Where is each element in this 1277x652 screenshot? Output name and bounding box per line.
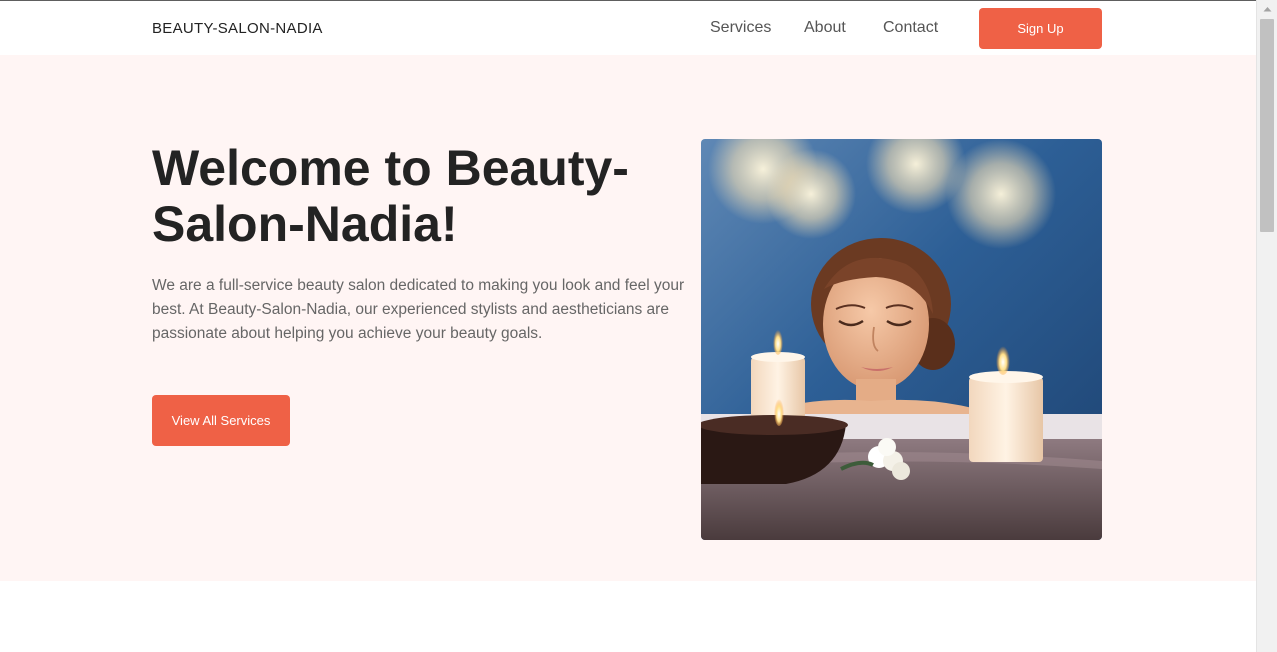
hero-title: Welcome to Beauty-Salon-Nadia!: [152, 140, 629, 252]
chevron-up-icon[interactable]: [1257, 0, 1277, 18]
view-all-services-button[interactable]: View All Services: [152, 395, 290, 446]
hero-section: Welcome to Beauty-Salon-Nadia! We are a …: [0, 55, 1256, 581]
vertical-scrollbar[interactable]: [1256, 0, 1277, 652]
nav-link-services[interactable]: Services: [710, 19, 771, 37]
page-viewport: BEAUTY-SALON-NADIA Services About Contac…: [0, 0, 1256, 652]
brand-logo-text[interactable]: BEAUTY-SALON-NADIA: [152, 20, 323, 37]
signup-button[interactable]: Sign Up: [979, 8, 1102, 49]
site-header: BEAUTY-SALON-NADIA Services About Contac…: [0, 1, 1256, 55]
nav-link-contact[interactable]: Contact: [883, 19, 938, 37]
scrollbar-thumb[interactable]: [1260, 19, 1274, 232]
hero-spa-image: [701, 139, 1102, 540]
hero-description: We are a full-service beauty salon dedic…: [152, 277, 685, 342]
spa-woman-candles-illustration: [701, 139, 1102, 540]
nav-link-about[interactable]: About: [804, 19, 846, 37]
